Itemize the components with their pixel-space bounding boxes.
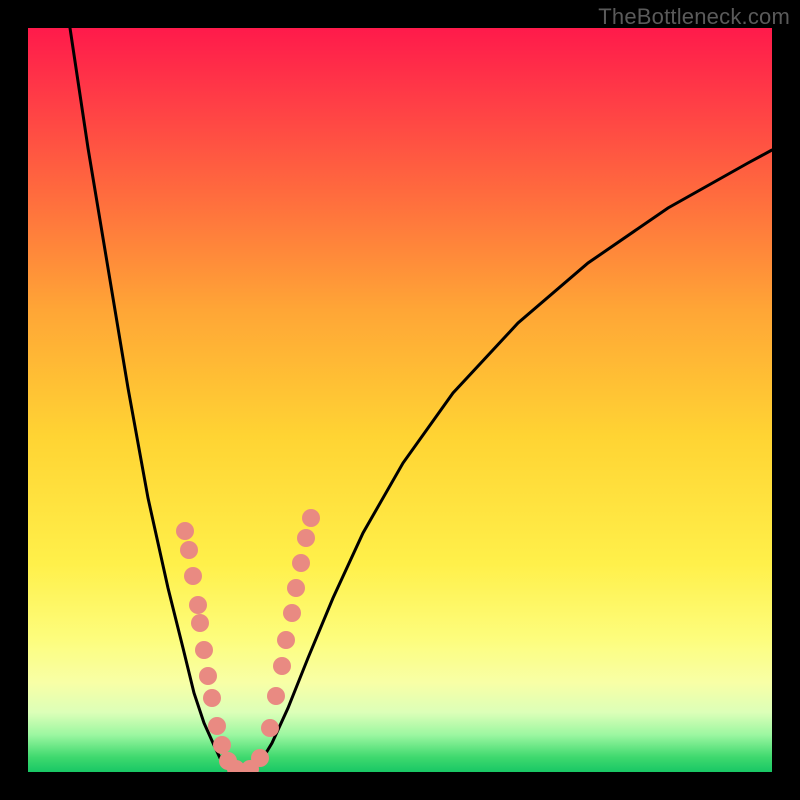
data-marker — [251, 749, 269, 767]
data-marker — [203, 689, 221, 707]
data-marker — [287, 579, 305, 597]
data-marker — [219, 752, 237, 770]
data-marker — [208, 717, 226, 735]
data-marker — [283, 604, 301, 622]
data-marker — [227, 760, 245, 772]
chart-frame: TheBottleneck.com — [0, 0, 800, 800]
watermark-text: TheBottleneck.com — [598, 4, 790, 30]
data-marker — [213, 736, 231, 754]
data-marker — [297, 529, 315, 547]
data-marker — [267, 687, 285, 705]
data-marker — [180, 541, 198, 559]
data-marker — [261, 719, 279, 737]
plot-area — [28, 28, 772, 772]
curve-right — [250, 150, 772, 770]
data-marker — [273, 657, 291, 675]
data-marker — [292, 554, 310, 572]
data-marker — [302, 509, 320, 527]
data-marker — [241, 760, 259, 772]
data-marker — [184, 567, 202, 585]
data-marker — [191, 614, 209, 632]
data-marker — [195, 641, 213, 659]
curve-left — [70, 28, 236, 770]
curve-svg — [28, 28, 772, 772]
data-marker — [189, 596, 207, 614]
data-marker — [176, 522, 194, 540]
data-marker — [199, 667, 217, 685]
data-markers — [176, 509, 320, 772]
data-marker — [277, 631, 295, 649]
